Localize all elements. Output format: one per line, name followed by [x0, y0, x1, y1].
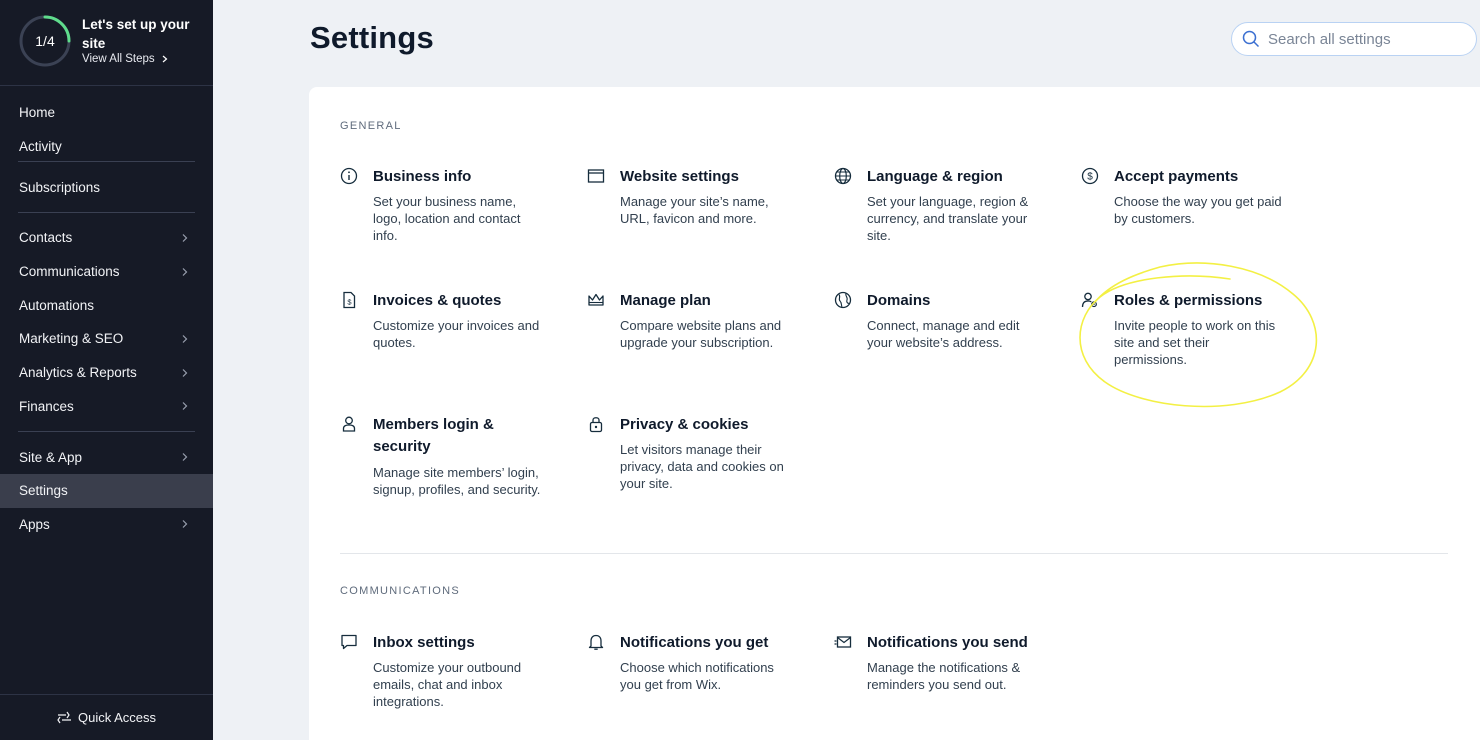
chevron-right-icon [182, 233, 188, 242]
nav-item-automations[interactable]: Automations [0, 288, 213, 322]
setting-description: Choose the way you get paid by customers… [1114, 194, 1282, 226]
search-box[interactable] [1231, 22, 1477, 56]
nav-item-finances[interactable]: Finances [0, 390, 213, 424]
setting-title: Notifications you get [620, 634, 769, 651]
setting-description: Customize your outbound emails, chat and… [373, 660, 522, 709]
section-label-general: GENERAL [340, 120, 402, 132]
setting-title: Website settings [620, 168, 739, 185]
svg-text:$: $ [347, 298, 352, 307]
setting-description: Manage site members’ login, signup, prof… [373, 465, 541, 497]
browser-window-icon [587, 169, 605, 183]
setting-title: Roles & permissions [1114, 292, 1263, 309]
quick-access-label: Quick Access [77, 710, 157, 725]
setting-description: Set your language, region & currency, an… [867, 194, 1029, 243]
lock-icon [589, 417, 603, 433]
nav-item-subscriptions[interactable]: Subscriptions [0, 170, 213, 204]
view-all-steps-link[interactable]: View All Steps [82, 53, 169, 65]
nav-item-label: Contacts [19, 230, 73, 246]
chevron-right-icon [182, 335, 188, 343]
nav-item-label: Marketing & SEO [19, 331, 124, 347]
setting-description: Connect, manage and edit your website’s … [867, 318, 1020, 350]
nav-item-label: Activity [19, 139, 62, 155]
nav-item-label: Settings [19, 483, 68, 499]
search-input[interactable] [1268, 30, 1458, 48]
main-nav: Home Activity Subscriptions Contacts Com… [0, 96, 213, 541]
setting-description: Customize your invoices and quotes. [373, 318, 540, 350]
setting-title: Accept payments [1114, 168, 1239, 185]
nav-item-label: Home [19, 105, 56, 121]
chevron-right-icon [182, 368, 188, 377]
globe-icon [834, 167, 852, 185]
nav-item-label: Automations [19, 297, 95, 313]
nav-item-communications[interactable]: Communications [0, 255, 213, 289]
setting-description: Set your business name, logo, location a… [373, 194, 521, 243]
invoice-icon: $ [343, 291, 356, 309]
setting-description: Manage your site’s name, URL, favicon an… [620, 194, 769, 226]
envelope-send-icon [834, 636, 852, 648]
chevron-right-icon [182, 520, 188, 529]
nav-divider [18, 431, 195, 433]
chevron-right-icon [182, 453, 188, 461]
chevron-right-icon [182, 267, 188, 276]
nav-item-settings[interactable]: Settings [0, 473, 213, 508]
view-all-steps-label: View All Steps [82, 53, 155, 65]
nav-item-home[interactable]: Home [0, 96, 213, 130]
nav-item-label: Apps [19, 516, 50, 532]
page-title: Settings [310, 20, 434, 55]
user-key-icon [1081, 292, 1097, 308]
nav-divider [18, 161, 195, 163]
setting-title: Invoices & quotes [373, 292, 502, 309]
search-icon [1242, 30, 1260, 48]
nav-item-label: Analytics & Reports [19, 365, 137, 381]
nav-item-site-app[interactable]: Site & App [0, 440, 213, 474]
quick-access-icon [57, 711, 71, 724]
nav-item-label: Communications [19, 264, 120, 280]
nav-item-analytics-reports[interactable]: Analytics & Reports [0, 356, 213, 390]
nav-item-marketing-seo[interactable]: Marketing & SEO [0, 322, 213, 356]
crown-icon [588, 293, 604, 306]
setting-description: Let visitors manage their privacy, data … [620, 442, 784, 491]
sidebar: 1/4 Let's set up your site View All Step… [0, 0, 213, 740]
domain-globe-icon [834, 291, 852, 309]
setting-description: Choose which notifications you get from … [620, 660, 774, 692]
setup-progress-panel[interactable]: 1/4 Let's set up your site View All Step… [0, 0, 213, 86]
person-icon [342, 416, 356, 432]
chevron-right-icon [162, 55, 168, 63]
setting-title: Members login & security [373, 416, 494, 455]
setting-title: Inbox settings [373, 634, 475, 651]
nav-item-apps[interactable]: Apps [0, 508, 213, 542]
setting-title: Domains [867, 292, 931, 309]
nav-item-label: Subscriptions [19, 179, 101, 195]
setting-description: Manage the notifications & reminders you… [867, 660, 1021, 692]
bell-icon [588, 634, 604, 650]
settings-card: GENERAL Business info Set your business … [309, 87, 1480, 740]
setting-title: Language & region [867, 168, 1003, 185]
setup-title: Let's set up your site [82, 17, 190, 51]
nav-item-label: Finances [19, 398, 74, 414]
setting-description: Invite people to work on this site and s… [1114, 318, 1276, 367]
section-divider [340, 553, 1448, 554]
chat-bubble-icon [341, 634, 357, 650]
nav-item-activity[interactable]: Activity [0, 130, 213, 164]
svg-text:$: $ [1087, 172, 1093, 183]
setting-title: Notifications you send [867, 634, 1028, 651]
dollar-circle-icon: $ [1081, 167, 1099, 185]
quick-access-button[interactable]: Quick Access [0, 694, 213, 740]
setting-title: Manage plan [620, 292, 711, 309]
setting-title: Business info [373, 168, 472, 185]
info-icon [340, 167, 358, 185]
nav-item-label: Site & App [19, 449, 83, 465]
setting-description: Compare website plans and upgrade your s… [620, 318, 782, 350]
nav-divider [18, 212, 195, 214]
section-label-communications: COMMUNICATIONS [340, 585, 461, 597]
setting-title: Privacy & cookies [620, 416, 749, 433]
chevron-right-icon [182, 402, 188, 411]
progress-count: 1/4 [35, 33, 55, 49]
nav-item-contacts[interactable]: Contacts [0, 221, 213, 255]
